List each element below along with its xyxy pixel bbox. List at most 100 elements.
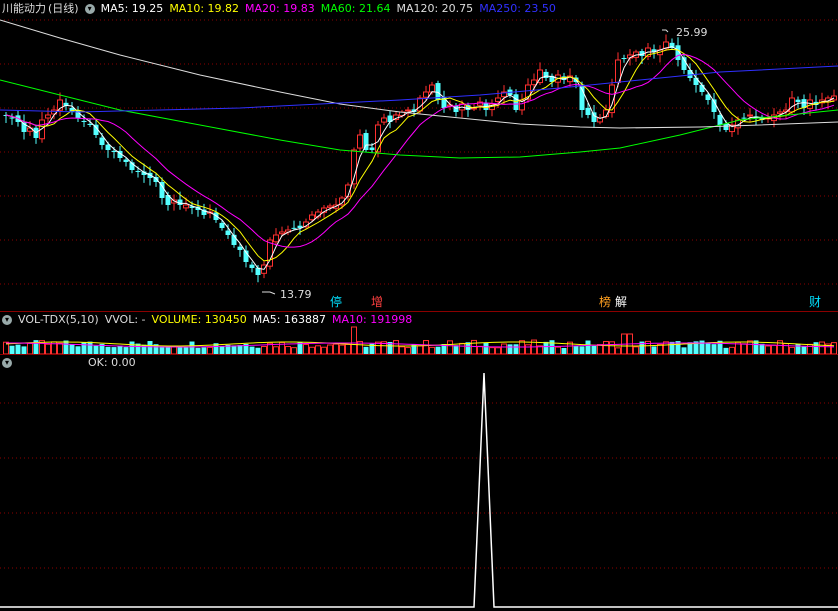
- volume-bar: [759, 343, 765, 354]
- flag-halt[interactable]: 停: [330, 295, 342, 309]
- candle-body: [9, 117, 15, 119]
- candle-body: [327, 205, 333, 208]
- volume-bar: [207, 346, 213, 355]
- volume-bar: [27, 342, 33, 355]
- candle-body: [789, 97, 795, 113]
- volume-bar: [117, 345, 123, 354]
- candle-body: [291, 227, 297, 229]
- volume-bar: [219, 346, 225, 354]
- candle-body: [99, 137, 105, 145]
- candle-body: [135, 170, 141, 172]
- volume-bar: [285, 346, 291, 355]
- candle-body: [81, 120, 87, 122]
- volume-bar: [21, 346, 27, 354]
- volume-bar: [189, 341, 195, 354]
- flag-finance[interactable]: 财: [809, 295, 821, 309]
- candle-body: [87, 123, 93, 125]
- volume-bar: [177, 346, 183, 354]
- volume-bar: [477, 345, 483, 355]
- candle-body: [795, 99, 801, 102]
- volume-bar: [303, 344, 309, 355]
- divider-vol-ok: [0, 354, 838, 355]
- vol-ma5-label: MA5: 163887: [252, 313, 326, 326]
- volume-bar: [237, 345, 243, 354]
- candle-body: [723, 123, 729, 130]
- chevron-down-icon[interactable]: ▾: [2, 358, 12, 368]
- vol-indicator-name[interactable]: VOL-TDX(5,10): [18, 313, 99, 327]
- volume-bar: [261, 345, 267, 355]
- volume-bar: [771, 344, 777, 355]
- volume-bar: [507, 344, 513, 354]
- volume-bar: [393, 340, 399, 355]
- candle-body: [747, 114, 753, 117]
- ok-value-label: OK: 0.00: [88, 356, 136, 369]
- volume-bar: [417, 345, 423, 355]
- volume-bar: [789, 346, 795, 355]
- volume-bar: [201, 347, 207, 354]
- volume-bar: [633, 346, 639, 355]
- candle-body: [309, 214, 315, 221]
- volume-header: ▾ VOL-TDX(5,10) VVOL: - VOLUME: 130450 M…: [2, 313, 412, 327]
- ma60-line: [0, 79, 838, 159]
- volume-bar: [819, 341, 825, 355]
- flag-rank[interactable]: 榜: [599, 295, 611, 309]
- volume-bar: [813, 342, 819, 354]
- volume-bar: [435, 346, 441, 354]
- volume-bar: [585, 340, 591, 354]
- candle-body: [237, 246, 243, 250]
- volume-bar: [429, 346, 435, 355]
- volume-bar: [9, 345, 15, 354]
- volume-bar: [327, 344, 333, 355]
- volume-bar: [657, 343, 663, 355]
- candle-body: [381, 117, 387, 123]
- volume-bar: [669, 341, 675, 354]
- candle-body: [423, 91, 429, 98]
- volume-bar: [471, 339, 477, 355]
- volume-bar: [333, 343, 339, 355]
- volume-bar: [591, 345, 597, 354]
- candle-body: [495, 97, 501, 103]
- chevron-down-icon[interactable]: ▾: [2, 315, 12, 325]
- candlestick-chart[interactable]: [0, 0, 838, 306]
- ma5-line: [5, 46, 835, 270]
- ok-indicator-chart[interactable]: [0, 370, 838, 610]
- volume-bar: [339, 344, 345, 355]
- candle-body: [513, 94, 519, 110]
- volume-bar: [45, 343, 51, 355]
- candle-body: [123, 159, 129, 162]
- volume-bar: [573, 345, 579, 354]
- ok-indicator-line: [0, 372, 838, 608]
- volume-label: VOLUME: 130450: [151, 313, 247, 326]
- low-pointer: [262, 291, 276, 295]
- volume-bar: [729, 346, 735, 355]
- volume-bar: [555, 346, 561, 355]
- candle-body: [219, 222, 225, 228]
- candle-body: [429, 84, 435, 93]
- volume-bar: [711, 344, 717, 354]
- candle-body: [699, 84, 705, 92]
- volume-bar: [345, 343, 351, 355]
- volume-bar: [801, 346, 807, 354]
- volume-bar: [351, 326, 357, 355]
- volume-bar: [231, 345, 237, 354]
- flag-increase[interactable]: 增: [371, 295, 383, 309]
- volume-bar: [423, 340, 429, 355]
- volume-bar: [129, 341, 135, 354]
- volume-bar: [315, 345, 321, 355]
- volume-bar: [681, 347, 687, 354]
- volume-bar: [741, 343, 747, 355]
- volume-chart[interactable]: [0, 326, 838, 356]
- volume-bar: [111, 347, 117, 354]
- volume-bar: [15, 344, 21, 354]
- high-price-label: 25.99: [676, 26, 708, 39]
- flag-unlock[interactable]: 解: [615, 295, 627, 309]
- high-pointer: [662, 29, 669, 33]
- volume-bar: [447, 340, 453, 355]
- volume-bar: [249, 346, 255, 354]
- vvol-label: VVOL: -: [104, 313, 146, 326]
- candle-body: [279, 231, 285, 235]
- ok-header: ▾ OK: 0.00: [2, 356, 136, 370]
- volume-bar: [309, 346, 315, 355]
- volume-bar: [123, 347, 129, 354]
- divider-main-vol: [0, 311, 838, 312]
